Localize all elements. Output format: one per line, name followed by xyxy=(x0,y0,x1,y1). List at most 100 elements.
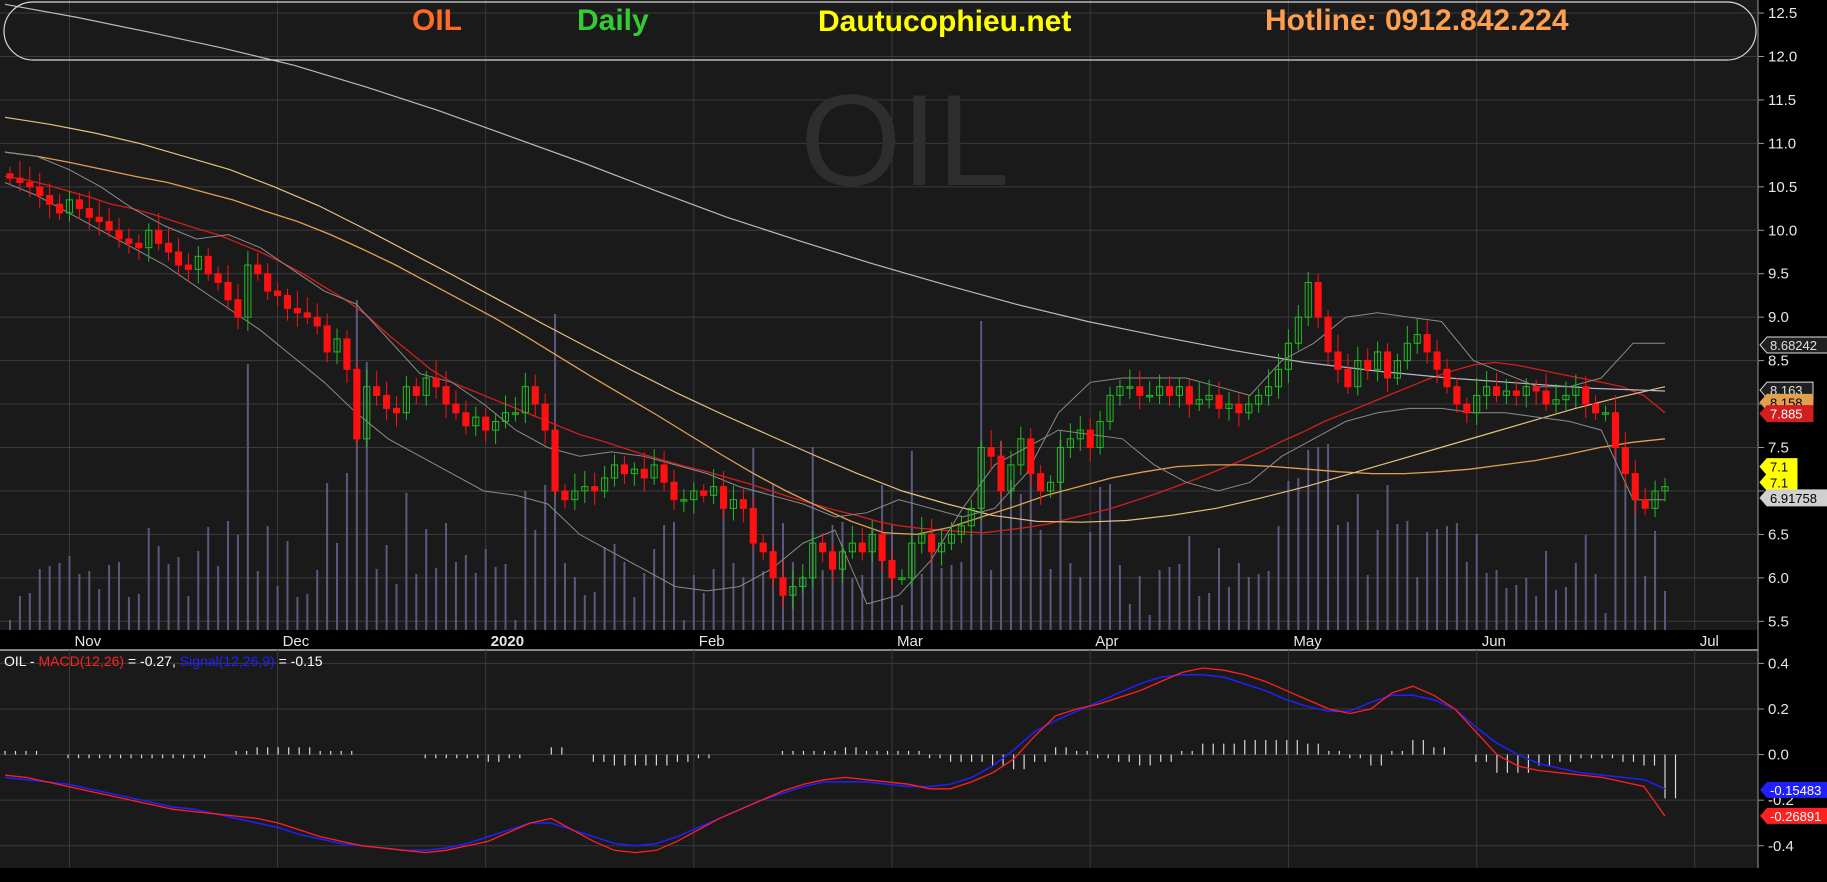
candle-down xyxy=(264,273,272,292)
volume-bar xyxy=(1614,442,1617,630)
candle-down xyxy=(373,386,381,396)
date-label: Jul xyxy=(1700,633,1719,650)
stock-chart: OIL 12.512.011.511.010.510.09.59.08.58.0… xyxy=(0,0,1827,868)
volume-bar xyxy=(1019,494,1022,630)
macd-badge: -0.26891 xyxy=(1760,807,1827,824)
volume-bar xyxy=(1366,575,1369,630)
volume-bar xyxy=(157,546,160,630)
volume-bar xyxy=(1436,529,1439,630)
candle-down xyxy=(432,377,440,388)
volume-bar xyxy=(88,571,91,630)
candle-down xyxy=(482,416,490,431)
candle-down xyxy=(1037,473,1045,492)
candle-down xyxy=(591,486,599,492)
volume-bar xyxy=(58,563,61,630)
candle-down xyxy=(1443,368,1451,388)
macd-tick-label: 0.4 xyxy=(1768,655,1789,672)
volume-bar xyxy=(1505,588,1508,630)
volume-bar xyxy=(1475,534,1478,630)
price-badge-label: 7.1 xyxy=(1770,475,1788,490)
price-badge: 7.885 xyxy=(1759,405,1814,423)
candle-down xyxy=(1453,386,1461,405)
candle-down xyxy=(670,481,678,501)
macd-badge: -0.15483 xyxy=(1760,781,1827,798)
candle-down xyxy=(46,195,54,205)
volume-bar xyxy=(38,569,41,630)
volume-bar xyxy=(246,364,249,630)
candle-down xyxy=(1027,438,1035,475)
volume-bar xyxy=(1426,532,1429,630)
candle-down xyxy=(987,447,995,457)
volume-bar xyxy=(653,549,656,630)
volume-bar xyxy=(1356,494,1359,630)
candle-down xyxy=(1542,390,1550,405)
candle-down xyxy=(155,229,163,244)
date-label: Nov xyxy=(74,633,101,650)
volume-bar xyxy=(464,555,467,630)
candle-down xyxy=(700,490,708,496)
volume-bar xyxy=(563,563,566,630)
macd-panel-bg xyxy=(0,650,1758,868)
date-axis: Nov Dec 2020 Feb Mar Apr May Jun Jul xyxy=(74,633,1718,650)
candle-down xyxy=(115,229,123,240)
volume-bar xyxy=(137,594,140,630)
candle-down xyxy=(878,533,886,561)
date-label: Apr xyxy=(1095,633,1118,650)
volume-bar xyxy=(1485,573,1488,630)
candle-down xyxy=(224,281,232,301)
volume-bar xyxy=(1396,524,1399,630)
volume-bar xyxy=(1148,615,1151,630)
candle-down xyxy=(1136,386,1144,396)
volume-bar xyxy=(1386,485,1389,630)
candle-down xyxy=(858,542,866,553)
macd-legend-signal-name: Signal(12,26,9) xyxy=(180,653,275,669)
macd-legend-signal-value: = -0.15 xyxy=(275,653,323,669)
volume-bar xyxy=(514,620,517,630)
volume-bar xyxy=(692,575,695,630)
volume-bar xyxy=(1198,596,1201,630)
candle-down xyxy=(1086,429,1094,449)
macd-badge-label: -0.15483 xyxy=(1770,783,1821,798)
volume-bar xyxy=(217,566,220,630)
candle-down xyxy=(283,294,292,309)
volume-bar xyxy=(385,545,388,630)
volume-bar xyxy=(1535,596,1538,630)
volume-bar xyxy=(98,589,101,630)
volume-bar xyxy=(316,570,319,630)
candle-down xyxy=(135,242,143,249)
candle-down xyxy=(1433,351,1441,370)
price-badge: 7.1 xyxy=(1759,458,1798,476)
candle-down xyxy=(164,242,173,253)
candle-down xyxy=(1582,386,1590,405)
candle-down xyxy=(55,203,64,214)
volume-bar xyxy=(227,521,230,630)
candle-down xyxy=(541,403,549,431)
candle-down xyxy=(819,542,827,553)
price-tick-label: 8.5 xyxy=(1768,353,1789,370)
volume-bar xyxy=(1554,590,1557,630)
volume-bar xyxy=(48,566,51,630)
date-label: Mar xyxy=(897,633,923,650)
macd-legend-macd-value: = -0.27, xyxy=(124,653,180,669)
candle-down xyxy=(1185,386,1193,405)
candle-down xyxy=(383,394,391,409)
price-badge-label: 8.68242 xyxy=(1770,338,1817,353)
volume-bar xyxy=(1644,576,1647,630)
symbol-watermark: OIL xyxy=(800,67,1010,213)
volume-bar xyxy=(1009,480,1012,630)
volume-bar xyxy=(1109,484,1112,630)
candle-down xyxy=(392,407,401,414)
volume-bar xyxy=(762,571,765,630)
header-site[interactable]: Dautucophieu.net xyxy=(818,5,1071,38)
volume-bar xyxy=(445,523,448,630)
volume-bar xyxy=(1049,569,1052,630)
volume-bar xyxy=(167,564,170,630)
volume-bar xyxy=(1277,526,1280,630)
volume-bar xyxy=(593,592,596,630)
volume-bar xyxy=(1445,526,1448,630)
price-tick-label: 12.5 xyxy=(1768,5,1797,22)
volume-bar xyxy=(1158,570,1161,630)
volume-bar xyxy=(702,593,705,630)
volume-bar xyxy=(1664,591,1666,630)
volume-bar xyxy=(1624,481,1627,630)
